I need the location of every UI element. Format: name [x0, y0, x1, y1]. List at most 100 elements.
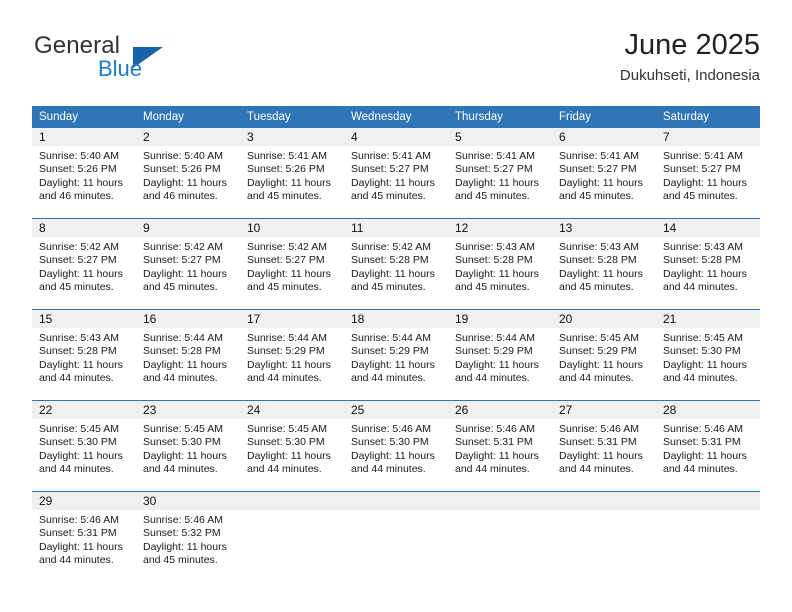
calendar-cell-inner: 4 Sunrise: 5:41 AM Sunset: 5:27 PM Daylight…: [344, 128, 448, 218]
sunrise-text: Sunrise: 5:43 AM: [455, 241, 535, 253]
calendar-week-row: 1 Sunrise: 5:40 AM Sunset: 5:26 PM Daylight…: [32, 128, 760, 219]
sunrise-text: Sunrise: 5:46 AM: [143, 514, 223, 526]
daylight-text-line1: Daylight: 11 hours: [247, 358, 331, 371]
calendar-day-cell[interactable]: 27 Sunrise: 5:46 AM Sunset: 5:31 PM Dayligh…: [552, 400, 656, 492]
sunset-text: Sunset: 5:28 PM: [663, 254, 741, 267]
calendar-day-cell[interactable]: 12 Sunrise: 5:43 AM Sunset: 5:28 PM Dayligh…: [448, 218, 552, 310]
calendar-day-cell[interactable]: 7 Sunrise: 5:41 AM Sunset: 5:27 PM Daylight…: [656, 128, 760, 219]
daylight-text-line1: Daylight: 11 hours: [351, 449, 435, 462]
sunrise-text: Sunrise: 5:42 AM: [143, 241, 223, 253]
calendar-day-cell[interactable]: 13 Sunrise: 5:43 AM Sunset: 5:28 PM Dayligh…: [552, 218, 656, 310]
daylight-text-line2: and 45 minutes.: [143, 281, 218, 294]
calendar-day-cell[interactable]: 28 Sunrise: 5:46 AM Sunset: 5:31 PM Dayligh…: [656, 400, 760, 492]
calendar-day-cell[interactable]: 24 Sunrise: 5:45 AM Sunset: 5:30 PM Dayligh…: [240, 400, 344, 492]
weekday-header-sunday: Sunday: [32, 106, 136, 128]
sunset-text: Sunset: 5:26 PM: [247, 163, 325, 176]
sunrise-text: Sunrise: 5:45 AM: [559, 332, 639, 344]
calendar-cell-inner: 7 Sunrise: 5:41 AM Sunset: 5:27 PM Daylight…: [656, 128, 760, 218]
day-number: 16: [136, 310, 240, 328]
calendar-day-cell[interactable]: 4 Sunrise: 5:41 AM Sunset: 5:27 PM Daylight…: [344, 128, 448, 219]
daylight-text-line1: Daylight: 11 hours: [39, 540, 123, 553]
calendar-day-cell[interactable]: 6 Sunrise: 5:41 AM Sunset: 5:27 PM Daylight…: [552, 128, 656, 219]
day-number: 8: [32, 219, 136, 237]
day-number: 18: [344, 310, 448, 328]
weekday-header-tuesday: Tuesday: [240, 106, 344, 128]
day-number: 1: [32, 128, 136, 146]
daylight-text-line1: Daylight: 11 hours: [455, 267, 539, 280]
calendar-day-cell[interactable]: 30 Sunrise: 5:46 AM Sunset: 5:32 PM Dayligh…: [136, 491, 240, 582]
daylight-text-line2: and 44 minutes.: [39, 463, 114, 476]
daylight-text-line1: Daylight: 11 hours: [559, 449, 643, 462]
calendar-body: 1 Sunrise: 5:40 AM Sunset: 5:26 PM Daylight…: [32, 128, 760, 582]
sunrise-text: Sunrise: 5:45 AM: [247, 423, 327, 435]
weekday-header-wednesday: Wednesday: [344, 106, 448, 128]
calendar-day-cell[interactable]: 19 Sunrise: 5:44 AM Sunset: 5:29 PM Dayligh…: [448, 309, 552, 401]
calendar-cell-inner: 8 Sunrise: 5:42 AM Sunset: 5:27 PM Daylight…: [32, 219, 136, 309]
calendar-day-cell[interactable]: 10 Sunrise: 5:42 AM Sunset: 5:27 PM Dayligh…: [240, 218, 344, 310]
daylight-text-line2: and 44 minutes.: [663, 372, 738, 385]
calendar-day-cell[interactable]: 23 Sunrise: 5:45 AM Sunset: 5:30 PM Dayligh…: [136, 400, 240, 492]
daylight-text-line1: Daylight: 11 hours: [143, 358, 227, 371]
calendar-day-cell[interactable]: 14 Sunrise: 5:43 AM Sunset: 5:28 PM Dayligh…: [656, 218, 760, 310]
calendar-cell-inner: 30 Sunrise: 5:46 AM Sunset: 5:32 PM Dayligh…: [136, 492, 240, 582]
day-number: 19: [448, 310, 552, 328]
daylight-text-line1: Daylight: 11 hours: [143, 267, 227, 280]
calendar-day-cell[interactable]: 5 Sunrise: 5:41 AM Sunset: 5:27 PM Daylight…: [448, 128, 552, 219]
calendar-day-cell[interactable]: 25 Sunrise: 5:46 AM Sunset: 5:30 PM Dayligh…: [344, 400, 448, 492]
calendar-cell-inner: 21 Sunrise: 5:45 AM Sunset: 5:30 PM Dayligh…: [656, 310, 760, 400]
calendar-day-cell[interactable]: 18 Sunrise: 5:44 AM Sunset: 5:29 PM Dayligh…: [344, 309, 448, 401]
calendar-cell-inner: 17 Sunrise: 5:44 AM Sunset: 5:29 PM Dayligh…: [240, 310, 344, 400]
calendar-day-cell[interactable]: 9 Sunrise: 5:42 AM Sunset: 5:27 PM Daylight…: [136, 218, 240, 310]
calendar-week-row: 8 Sunrise: 5:42 AM Sunset: 5:27 PM Daylight…: [32, 218, 760, 310]
daylight-text-line1: Daylight: 11 hours: [559, 358, 643, 371]
calendar-day-cell[interactable]: 11 Sunrise: 5:42 AM Sunset: 5:28 PM Dayligh…: [344, 218, 448, 310]
sunrise-text: Sunrise: 5:41 AM: [351, 150, 431, 162]
calendar-day-cell[interactable]: 15 Sunrise: 5:43 AM Sunset: 5:28 PM Dayligh…: [32, 309, 136, 401]
calendar-cell-inner: 10 Sunrise: 5:42 AM Sunset: 5:27 PM Dayligh…: [240, 219, 344, 309]
logo-word-blue: Blue: [98, 56, 143, 81]
daylight-text-line2: and 45 minutes.: [663, 190, 738, 203]
page-subtitle: Dukuhseti, Indonesia: [619, 67, 760, 84]
sunset-text: Sunset: 5:30 PM: [39, 436, 117, 449]
calendar-day-cell[interactable]: 22 Sunrise: 5:45 AM Sunset: 5:30 PM Dayligh…: [32, 400, 136, 492]
sun-info: Sunrise: 5:44 AM Sunset: 5:29 PM Daylight:…: [448, 328, 552, 386]
sunset-text: Sunset: 5:28 PM: [455, 254, 533, 267]
daylight-text-line2: and 45 minutes.: [351, 190, 426, 203]
day-number: 27: [552, 401, 656, 419]
sunset-text: Sunset: 5:29 PM: [455, 345, 533, 358]
daylight-text-line2: and 45 minutes.: [247, 190, 322, 203]
calendar-day-cell[interactable]: 3 Sunrise: 5:41 AM Sunset: 5:26 PM Daylight…: [240, 128, 344, 219]
day-number: 26: [448, 401, 552, 419]
calendar-day-cell[interactable]: 26 Sunrise: 5:46 AM Sunset: 5:31 PM Dayligh…: [448, 400, 552, 492]
daylight-text-line2: and 44 minutes.: [559, 372, 634, 385]
sun-info: Sunrise: 5:40 AM Sunset: 5:26 PM Daylight:…: [32, 146, 136, 204]
day-number: 15: [32, 310, 136, 328]
calendar-day-cell[interactable]: 29 Sunrise: 5:46 AM Sunset: 5:31 PM Dayligh…: [32, 491, 136, 582]
calendar-day-cell[interactable]: 20 Sunrise: 5:45 AM Sunset: 5:29 PM Dayligh…: [552, 309, 656, 401]
general-blue-logo[interactable]: General Blue: [34, 32, 244, 88]
daylight-text-line2: and 45 minutes.: [455, 281, 530, 294]
daylight-text-line2: and 45 minutes.: [559, 190, 634, 203]
sunrise-text: Sunrise: 5:45 AM: [663, 332, 743, 344]
calendar-day-cell[interactable]: 8 Sunrise: 5:42 AM Sunset: 5:27 PM Daylight…: [32, 218, 136, 310]
sunrise-text: Sunrise: 5:46 AM: [39, 514, 119, 526]
calendar-week-row: 15 Sunrise: 5:43 AM Sunset: 5:28 PM Dayligh…: [32, 309, 760, 401]
calendar-day-cell[interactable]: 2 Sunrise: 5:40 AM Sunset: 5:26 PM Daylight…: [136, 128, 240, 219]
calendar-day-cell[interactable]: 21 Sunrise: 5:45 AM Sunset: 5:30 PM Dayligh…: [656, 309, 760, 401]
calendar-cell-inner: 14 Sunrise: 5:43 AM Sunset: 5:28 PM Dayligh…: [656, 219, 760, 309]
sun-info: Sunrise: 5:45 AM Sunset: 5:29 PM Daylight:…: [552, 328, 656, 386]
sunrise-text: Sunrise: 5:40 AM: [39, 150, 119, 162]
daylight-text-line1: Daylight: 11 hours: [247, 176, 331, 189]
daylight-text-line2: and 44 minutes.: [455, 463, 530, 476]
calendar-cell-inner: 25 Sunrise: 5:46 AM Sunset: 5:30 PM Dayligh…: [344, 401, 448, 491]
calendar-day-cell[interactable]: 16 Sunrise: 5:44 AM Sunset: 5:28 PM Dayligh…: [136, 309, 240, 401]
calendar-cell-inner: 9 Sunrise: 5:42 AM Sunset: 5:27 PM Daylight…: [136, 219, 240, 309]
calendar-day-cell[interactable]: 17 Sunrise: 5:44 AM Sunset: 5:29 PM Dayligh…: [240, 309, 344, 401]
page-header: General Blue June 2025 Dukuhseti, Indone…: [32, 28, 760, 90]
calendar-cell-empty: [448, 491, 552, 582]
day-number: 12: [448, 219, 552, 237]
sunrise-text: Sunrise: 5:40 AM: [143, 150, 223, 162]
daylight-text-line2: and 45 minutes.: [559, 281, 634, 294]
sunrise-text: Sunrise: 5:45 AM: [39, 423, 119, 435]
calendar-day-cell[interactable]: 1 Sunrise: 5:40 AM Sunset: 5:26 PM Daylight…: [32, 128, 136, 219]
